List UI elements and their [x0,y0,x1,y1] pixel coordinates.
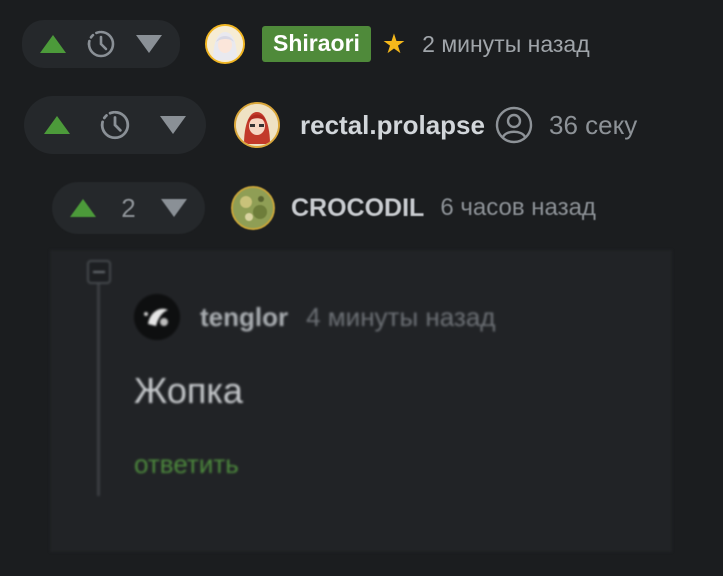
star-icon: ★ [381,28,407,59]
timestamp[interactable]: 36 секу [549,110,637,141]
avatar-crocodile [233,188,273,228]
avatar-dark [134,294,180,340]
username[interactable]: CROCODIL [291,194,424,223]
reply-button[interactable]: ответить [134,449,239,480]
user-circle-icon [495,106,533,144]
timestamp[interactable]: 4 минуты назад [306,302,495,333]
vote-pill: 2 [52,182,205,234]
comment-header-rectal-prolapse: rectal.prolapse 36 секу [24,96,637,154]
avatar[interactable] [134,294,180,340]
avatar[interactable] [205,24,245,64]
arrow-up-icon[interactable] [70,199,96,217]
avatar[interactable] [234,102,280,148]
username[interactable]: tenglor [200,302,288,333]
timestamp[interactable]: 6 часов назад [440,194,596,222]
username[interactable]: rectal.prolapse [300,110,485,141]
avatar-anime-girl [207,26,243,62]
timestamp[interactable]: 2 минуты назад [422,31,590,58]
comment-thread: Shiraori ★ 2 минуты назад rectal.prolaps… [0,0,723,576]
vote-count: 2 [121,192,136,223]
arrow-down-icon[interactable] [136,35,162,53]
reply-header: tenglor 4 минуты назад [134,294,495,340]
clock-icon [100,110,130,140]
comment-text: Жопка [134,370,243,411]
thread-line[interactable] [97,284,100,496]
arrow-down-icon[interactable] [160,116,186,134]
clock-icon [87,30,115,58]
avatar-red-hair [236,104,278,146]
reply-comment: tenglor 4 минуты назад Жопка ответить [50,250,672,552]
arrow-down-icon[interactable] [161,199,187,217]
vote-pill [24,96,206,154]
username-badge[interactable]: Shiraori [262,25,371,63]
comment-header-shiraori: Shiraori ★ 2 минуты назад [22,20,590,68]
avatar[interactable] [231,186,275,230]
arrow-up-icon[interactable] [40,35,66,53]
vote-pill [22,20,180,68]
arrow-up-icon[interactable] [44,116,70,134]
minus-square-icon[interactable] [87,260,111,284]
comment-header-crocodil: 2 CROCODIL 6 часов назад [52,182,596,234]
